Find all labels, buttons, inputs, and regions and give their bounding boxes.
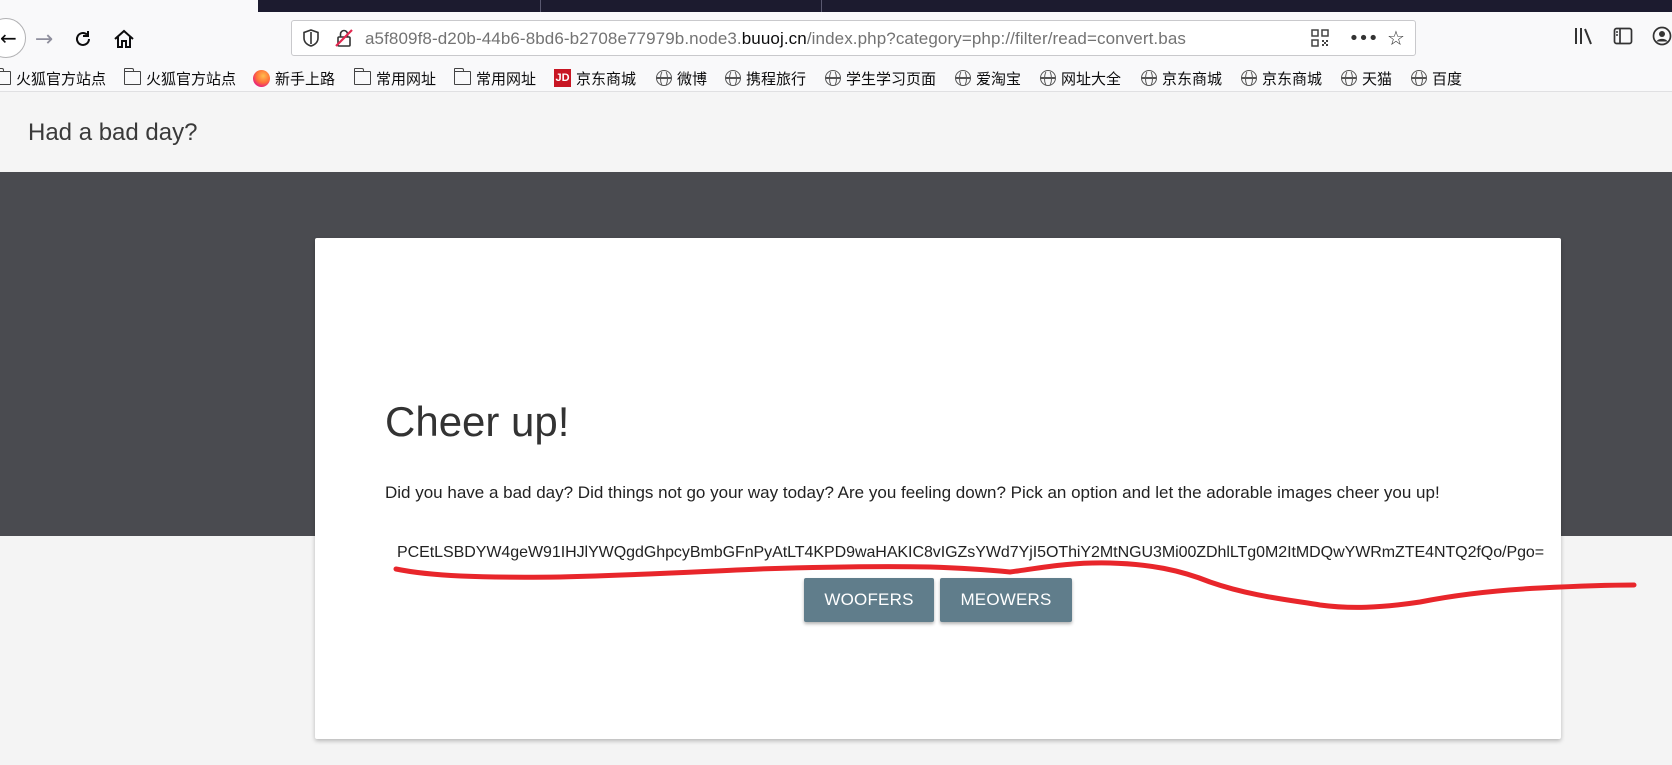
bookmark-label: 常用网址 xyxy=(476,69,537,88)
bookmark-label: 火狐官方站点 xyxy=(16,69,107,88)
account-icon[interactable] xyxy=(1652,26,1672,51)
navigation-toolbar: ← → a5f809f8-d20b-44b6-8bd6-b2708e77979b… xyxy=(0,12,1672,64)
bookmark-label: 百度 xyxy=(1432,69,1463,88)
more-actions-icon[interactable]: ••• xyxy=(1349,27,1379,49)
globe-icon xyxy=(1240,70,1257,87)
bookmark-item[interactable]: 常用网址 xyxy=(353,67,437,89)
firefox-icon xyxy=(253,69,270,87)
bookmarks-toolbar: 火狐官方站点 火狐官方站点 新手上路 常用网址 常用网址 JD 京东商城 微博 携… xyxy=(0,64,1672,92)
meowers-button[interactable]: MEOWERS xyxy=(940,578,1072,622)
forward-icon[interactable]: → xyxy=(27,22,61,56)
url-fade xyxy=(1232,23,1302,53)
bookmark-item[interactable]: JD 京东商城 xyxy=(554,67,636,89)
bookmark-item[interactable]: 爱淘宝 xyxy=(954,67,1021,89)
globe-icon xyxy=(1140,70,1157,87)
site-header: Had a bad day? xyxy=(0,92,1672,172)
bookmark-item[interactable]: 微博 xyxy=(655,67,707,89)
bookmark-item[interactable]: 天猫 xyxy=(1340,67,1392,89)
encoded-output: PCEtLSBDYW4geW91IHJlYWQgdGhpcyBmbGFnPyAt… xyxy=(397,544,1545,561)
reload-icon[interactable] xyxy=(66,22,100,56)
tab-separator xyxy=(821,0,822,12)
bookmark-label: 京东商城 xyxy=(1262,69,1323,88)
globe-icon xyxy=(1410,70,1427,87)
globe-icon xyxy=(1039,70,1056,87)
back-icon[interactable]: ← xyxy=(0,26,17,50)
url-prefix: a5f809f8-d20b-44b6-8bd6-b2708e77979b.nod… xyxy=(365,29,742,48)
bookmark-label: 学生学习页面 xyxy=(846,69,937,88)
library-icon[interactable] xyxy=(1573,26,1595,51)
bookmark-label: 携程旅行 xyxy=(746,69,807,88)
content-card: Cheer up! Did you have a bad day? Did th… xyxy=(315,238,1561,739)
bookmark-label: 常用网址 xyxy=(376,69,437,88)
shield-icon[interactable] xyxy=(301,28,321,48)
bookmark-item[interactable]: 常用网址 xyxy=(453,67,537,89)
globe-icon xyxy=(1340,70,1357,87)
folder-icon xyxy=(123,68,141,86)
sidebar-icon[interactable] xyxy=(1613,26,1633,51)
home-icon[interactable] xyxy=(107,22,141,56)
bookmark-label: 京东商城 xyxy=(1162,69,1223,88)
insecure-lock-icon[interactable] xyxy=(334,28,354,48)
globe-icon xyxy=(824,70,841,87)
url-text[interactable]: a5f809f8-d20b-44b6-8bd6-b2708e77979b.nod… xyxy=(365,29,1300,49)
bookmark-label: 京东商城 xyxy=(576,69,637,88)
bookmark-item[interactable]: 新手上路 xyxy=(253,67,335,89)
folder-icon xyxy=(453,68,471,86)
bookmark-item[interactable]: 京东商城 xyxy=(1240,67,1322,89)
url-host: buuoj.cn xyxy=(741,29,807,48)
bookmark-label: 火狐官方站点 xyxy=(146,69,237,88)
tab-strip-background xyxy=(258,0,1672,12)
woofers-button[interactable]: WOOFERS xyxy=(804,578,934,622)
bookmark-item[interactable]: 网址大全 xyxy=(1039,67,1121,89)
bookmark-label: 网址大全 xyxy=(1061,69,1122,88)
jd-icon: JD xyxy=(554,69,571,87)
bookmark-label: 微博 xyxy=(677,69,708,88)
bookmark-label: 天猫 xyxy=(1362,69,1393,88)
jd-badge: JD xyxy=(554,69,571,87)
bookmark-item[interactable]: 百度 xyxy=(1410,67,1462,89)
bookmark-star-icon[interactable]: ☆ xyxy=(1384,26,1408,50)
globe-icon xyxy=(724,70,741,87)
qr-code-icon[interactable] xyxy=(1309,27,1331,49)
globe-icon xyxy=(655,70,672,87)
url-path: /index.php?category=php://filter/read=co… xyxy=(806,29,1186,48)
bookmark-item[interactable]: 火狐官方站点 xyxy=(123,67,237,89)
globe-icon xyxy=(954,70,971,87)
bookmark-label: 新手上路 xyxy=(275,69,336,88)
site-title[interactable]: Had a bad day? xyxy=(28,119,197,147)
url-bar[interactable]: a5f809f8-d20b-44b6-8bd6-b2708e77979b.nod… xyxy=(291,20,1416,56)
bookmark-label: 爱淘宝 xyxy=(976,69,1022,88)
folder-icon xyxy=(353,68,371,86)
page-description: Did you have a bad day? Did things not g… xyxy=(385,483,1440,502)
bookmark-item[interactable]: 携程旅行 xyxy=(724,67,806,89)
page-heading: Cheer up! xyxy=(385,398,570,445)
bookmark-item[interactable]: 京东商城 xyxy=(1140,67,1222,89)
folder-icon xyxy=(0,68,11,86)
bookmark-item[interactable]: 火狐官方站点 xyxy=(0,67,106,89)
tab-separator xyxy=(540,0,541,12)
bookmark-item[interactable]: 学生学习页面 xyxy=(824,67,936,89)
tab-strip xyxy=(0,0,1672,12)
